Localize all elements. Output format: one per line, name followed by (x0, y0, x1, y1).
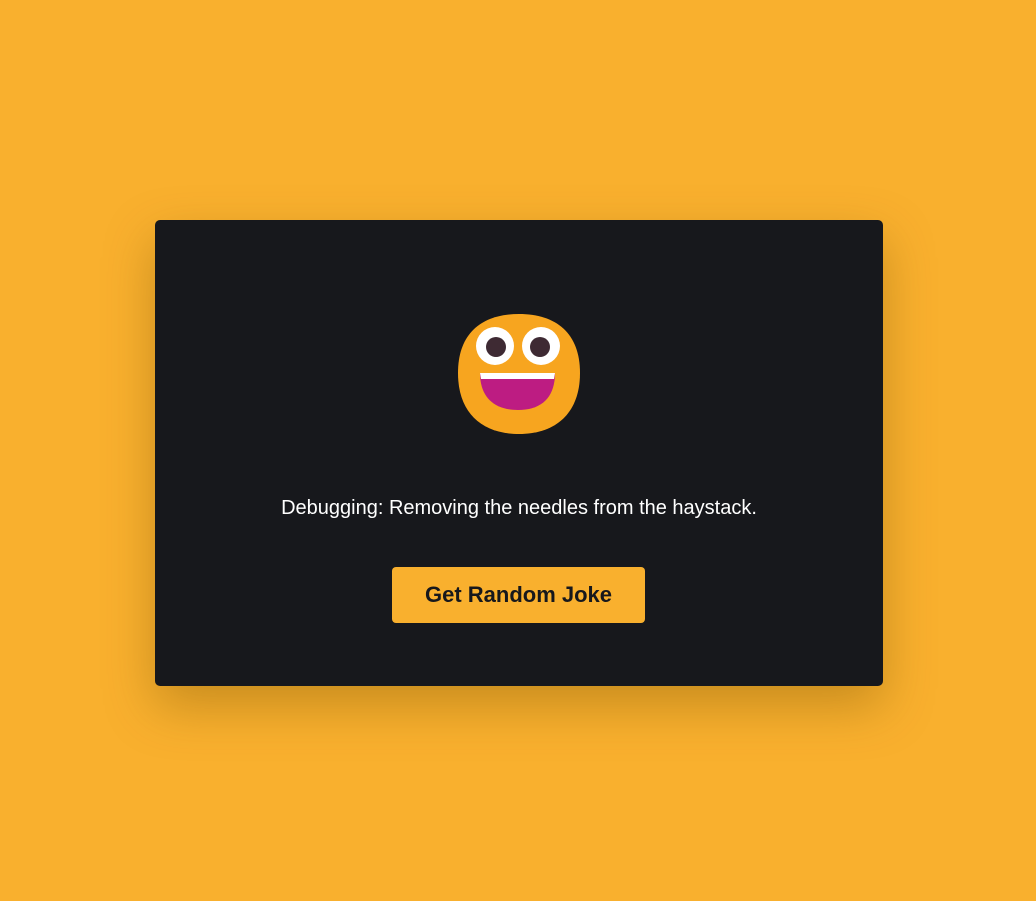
joke-text: Debugging: Removing the needles from the… (281, 497, 757, 519)
get-random-joke-button[interactable]: Get Random Joke (392, 567, 645, 623)
grinning-face-icon (456, 311, 582, 437)
joke-card: Debugging: Removing the needles from the… (155, 220, 883, 686)
